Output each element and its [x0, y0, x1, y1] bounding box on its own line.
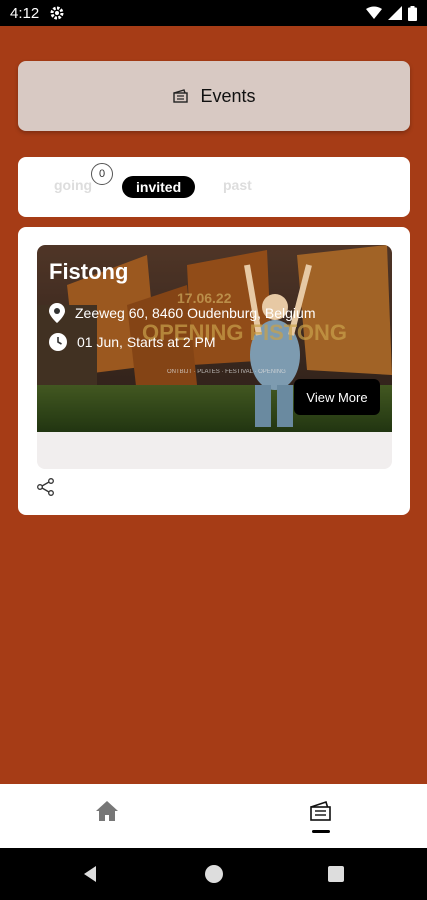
- event-location: Zeeweg 60, 8460 Oudenburg, Belgium: [75, 305, 316, 321]
- event-title: Fistong: [49, 259, 129, 284]
- recent-apps-icon[interactable]: [328, 866, 344, 882]
- view-more-button[interactable]: View More: [294, 379, 380, 415]
- share-icon[interactable]: [37, 478, 55, 496]
- event-poster-image: 17.06.22 OPENING FISTONG ONTBIJT · PLATE…: [37, 245, 392, 432]
- bottom-navigation: [0, 784, 427, 848]
- status-icons: [366, 5, 417, 21]
- event-card-body: 17.06.22 OPENING FISTONG ONTBIJT · PLATE…: [37, 245, 392, 469]
- system-navigation-bar: [0, 848, 427, 900]
- tab-going[interactable]: going: [54, 177, 92, 193]
- going-count-badge: 0: [91, 163, 113, 185]
- event-time-row: 01 Jun, Starts at 2 PM: [49, 333, 216, 351]
- ticket-icon: [173, 89, 189, 103]
- page-title: Events: [200, 85, 256, 106]
- event-tabs: going 0 invited past: [18, 157, 410, 217]
- app-screen: Events going 0 invited past 17.06.22 OPE…: [0, 26, 427, 784]
- home-button-icon[interactable]: [205, 865, 223, 883]
- signal-icon: [388, 6, 402, 20]
- event-location-row: Zeeweg 60, 8460 Oudenburg, Belgium: [49, 303, 316, 323]
- events-header: Events: [18, 61, 410, 131]
- location-pin-icon: [49, 303, 65, 323]
- wifi-icon: [366, 6, 382, 19]
- event-card[interactable]: 17.06.22 OPENING FISTONG ONTBIJT · PLATE…: [18, 227, 410, 515]
- ticket-icon[interactable]: [308, 800, 334, 824]
- settings-gear-icon: [50, 6, 64, 20]
- battery-icon: [408, 5, 417, 21]
- back-icon[interactable]: [82, 865, 98, 883]
- tab-invited[interactable]: invited: [122, 176, 196, 198]
- poster-subtitle: ONTBIJT · PLATES · FESTIVAL · OPENING: [167, 369, 286, 375]
- active-tab-indicator: [312, 830, 330, 833]
- clock-icon: [49, 333, 67, 351]
- home-icon[interactable]: [95, 800, 119, 822]
- event-time: 01 Jun, Starts at 2 PM: [77, 334, 216, 350]
- status-time: 4:12: [10, 4, 40, 22]
- tab-past[interactable]: past: [223, 177, 252, 193]
- status-bar: 4:12: [0, 0, 427, 26]
